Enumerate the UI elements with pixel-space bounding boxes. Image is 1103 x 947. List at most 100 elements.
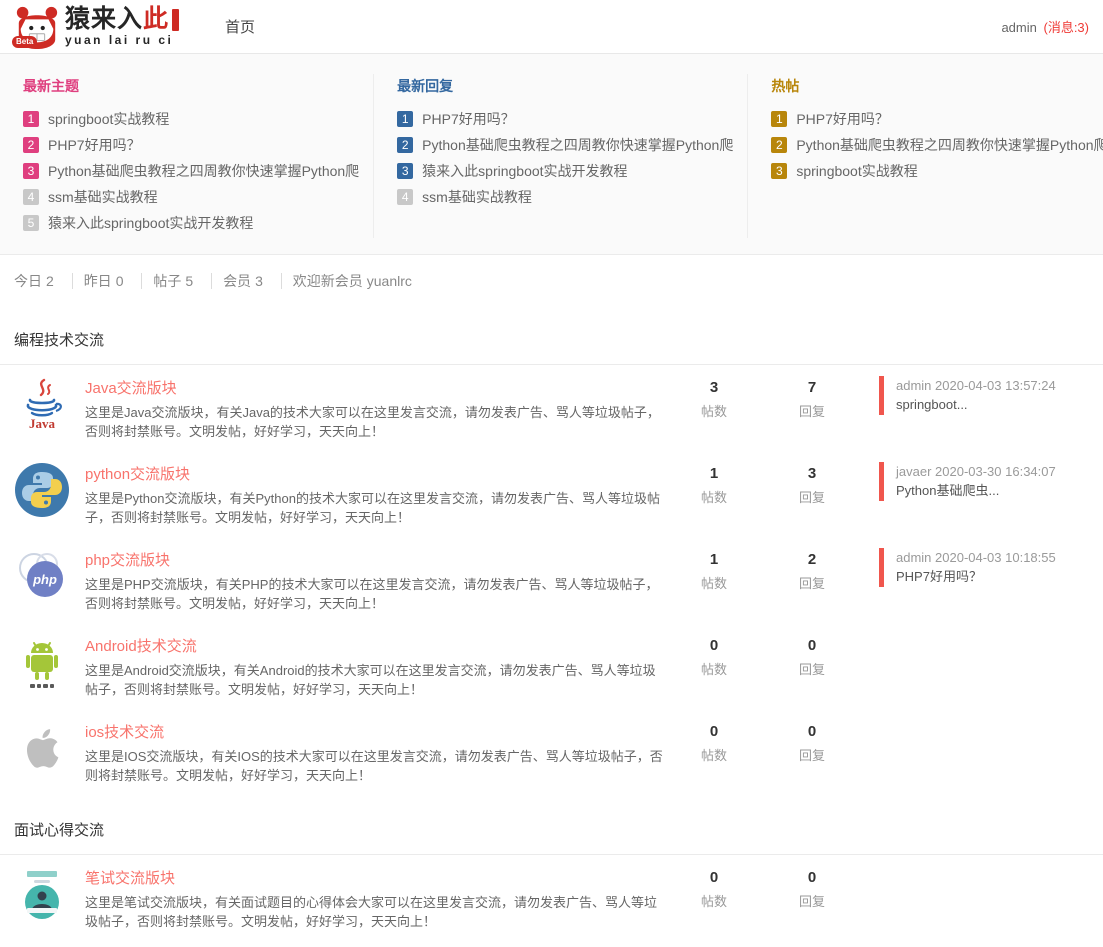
rank-badge: 1 [397,111,413,127]
stat-item: 昨日0 [84,273,143,289]
posts-stat: 3帖数 [665,376,763,420]
topic-link[interactable]: 2 PHP7好用吗？ [23,132,359,158]
logo-ribbon [172,9,179,31]
board-title-link[interactable]: 笔试交流版块 [85,867,175,888]
stats-bar: 今日2 昨日0 帖子5 会员3 欢迎新会员yuanlrc [0,255,1103,305]
rank-badge: 1 [771,111,787,127]
nav-home-link[interactable]: 首页 [225,19,255,36]
board-description: 这里是Android交流版块，有关Android的技术大家可以在这里发言交流，请… [85,661,665,699]
latest-post[interactable]: javaer 2020-03-30 16:34:07 Python基础爬虫... [879,462,1056,501]
section-title: 面试心得交流 [0,809,1103,855]
latest-post[interactable]: admin 2020-04-03 10:18:55 PHP7好用吗？ [879,548,1056,587]
messages-link[interactable]: (消息:3) [1043,20,1089,35]
apple-icon[interactable] [14,720,70,776]
rank-badge: 2 [23,137,39,153]
topic-link[interactable]: 2 Python基础爬虫教程之四周教你快速掌握Python爬 [771,132,1103,158]
board-description: 这里是笔试交流版块，有关面试题目的心得体会大家可以在这里发言交流，请勿发表广告、… [85,893,665,931]
posts-stat: 0帖数 [665,866,763,910]
board-list: 笔试交流版块 这里是笔试交流版块，有关面试题目的心得体会大家可以在这里发言交流，… [0,855,1103,947]
forum-homepage: Beta 猿来入此 yuan lai ru ci 首页 admin (消息:3)… [0,0,1103,947]
hot-panels: 最新主题 1 springboot实战教程 2 PHP7好用吗？ 3 Pytho… [0,54,1103,255]
written-exam-icon[interactable] [14,866,70,922]
topic-link[interactable]: 2 Python基础爬虫教程之四周教你快速掌握Python爬 [397,132,733,158]
board-section: 面试心得交流 笔试交流版块 这里是笔试交流版块，有关面试题目的心得体会大家可以在… [0,809,1103,947]
rank-badge: 3 [23,163,39,179]
board-title-link[interactable]: ios技术交流 [85,721,164,742]
board-section: 编程技术交流 Java Java交流版块 这里是Java交流版块，有关Java的… [0,319,1103,795]
topic-link[interactable]: 1 PHP7好用吗？ [397,106,733,132]
rank-badge: 5 [23,215,39,231]
topic-link[interactable]: 3 springboot实战教程 [771,158,1103,184]
site-logo[interactable]: Beta 猿来入此 yuan lai ru ci [14,4,179,50]
posts-stat: 0帖数 [665,634,763,678]
panel-title: 最新主题 [23,76,359,96]
panel-list: 1 springboot实战教程 2 PHP7好用吗？ 3 Python基础爬虫… [23,106,359,236]
latest-post[interactable]: admin 2020-04-03 13:57:24 springboot... [879,376,1056,415]
replies-stat: 7回复 [763,376,861,420]
hot-posts-panel: 热帖 1 PHP7好用吗？ 2 Python基础爬虫教程之四周教你快速掌握Pyt… [747,74,1103,238]
latest-post-meta: admin 2020-04-03 10:18:55 [896,548,1056,567]
board-description: 这里是Java交流版块，有关Java的技术大家可以在这里发言交流，请勿发表广告、… [85,403,665,441]
replies-stat: 0回复 [763,866,861,910]
replies-stat: 0回复 [763,720,861,764]
main-nav: 首页 [225,16,255,37]
java-icon[interactable]: Java [14,376,70,432]
board-description: 这里是Python交流版块，有关Python的技术大家可以在这里发言交流，请勿发… [85,489,665,527]
rank-badge: 3 [771,163,787,179]
topic-link[interactable]: 4 ssm基础实战教程 [23,184,359,210]
board-title-link[interactable]: php交流版块 [85,549,170,570]
topic-link[interactable]: 1 springboot实战教程 [23,106,359,132]
board-row: 面试交流版块 这里是面试交流版块，有关面试题目的心得体会大家可以在这里发言交流，… [0,941,1103,947]
replies-stat: 3回复 [763,462,861,506]
latest-post-meta: admin 2020-04-03 13:57:24 [896,376,1056,395]
latest-replies-panel: 最新回复 1 PHP7好用吗？ 2 Python基础爬虫教程之四周教你快速掌握P… [373,74,747,238]
board-row: Java Java交流版块 这里是Java交流版块，有关Java的技术大家可以在… [0,365,1103,451]
board-title-link[interactable]: python交流版块 [85,463,190,484]
board-title-link[interactable]: Android技术交流 [85,635,197,656]
board-description: 这里是PHP交流版块，有关PHP的技术大家可以在这里发言交流，请勿发表广告、骂人… [85,575,665,613]
rank-badge: 4 [23,189,39,205]
stat-item: 会员3 [223,273,282,289]
stat-item: 帖子5 [153,273,212,289]
rank-badge: 4 [397,189,413,205]
topic-link[interactable]: 3 猿来入此springboot实战开发教程 [397,158,733,184]
topic-link[interactable]: 1 PHP7好用吗？ [771,106,1103,132]
rank-badge: 2 [771,137,787,153]
latest-post-topic: PHP7好用吗？ [896,567,1056,587]
logo-subtitle: yuan lai ru ci [65,34,179,46]
board-row: php php交流版块 这里是PHP交流版块，有关PHP的技术大家可以在这里发言… [0,537,1103,623]
svg-text:Java: Java [29,416,56,431]
section-title: 编程技术交流 [0,319,1103,365]
latest-post-topic: Python基础爬虫... [896,481,1056,501]
posts-stat: 0帖数 [665,720,763,764]
board-description: 这里是IOS交流版块，有关IOS的技术大家可以在这里发言交流，请勿发表广告、骂人… [85,747,665,785]
topic-link[interactable]: 5 猿来入此springboot实战开发教程 [23,210,359,236]
stat-item: 欢迎新会员yuanlrc [293,273,426,289]
username-link[interactable]: admin [1001,20,1036,35]
beta-badge: Beta [12,36,37,48]
board-row: python交流版块 这里是Python交流版块，有关Python的技术大家可以… [0,451,1103,537]
python-icon[interactable] [14,462,70,518]
topic-link[interactable]: 3 Python基础爬虫教程之四周教你快速掌握Python爬 [23,158,359,184]
topic-link[interactable]: 4 ssm基础实战教程 [397,184,733,210]
board-row: 笔试交流版块 这里是笔试交流版块，有关面试题目的心得体会大家可以在这里发言交流，… [0,855,1103,941]
latest-post-topic: springboot... [896,395,1056,415]
posts-stat: 1帖数 [665,462,763,506]
posts-stat: 1帖数 [665,548,763,592]
board-title-link[interactable]: Java交流版块 [85,377,177,398]
panel-list: 1 PHP7好用吗？ 2 Python基础爬虫教程之四周教你快速掌握Python… [771,106,1103,184]
rank-badge: 3 [397,163,413,179]
android-icon[interactable] [14,634,70,690]
stat-item: 今日2 [14,273,73,289]
monkey-logo-icon: Beta [14,4,60,50]
panel-title: 热帖 [771,76,1103,96]
logo-brand: 猿来入此 [65,7,179,32]
header: Beta 猿来入此 yuan lai ru ci 首页 admin (消息:3) [0,0,1103,54]
replies-stat: 0回复 [763,634,861,678]
panel-title: 最新回复 [397,76,733,96]
php-icon[interactable]: php [14,548,70,604]
latest-topics-panel: 最新主题 1 springboot实战教程 2 PHP7好用吗？ 3 Pytho… [0,74,373,238]
board-sections: 编程技术交流 Java Java交流版块 这里是Java交流版块，有关Java的… [0,319,1103,947]
board-row: Android技术交流 这里是Android交流版块，有关Android的技术大… [0,623,1103,709]
panel-list: 1 PHP7好用吗？ 2 Python基础爬虫教程之四周教你快速掌握Python… [397,106,733,210]
